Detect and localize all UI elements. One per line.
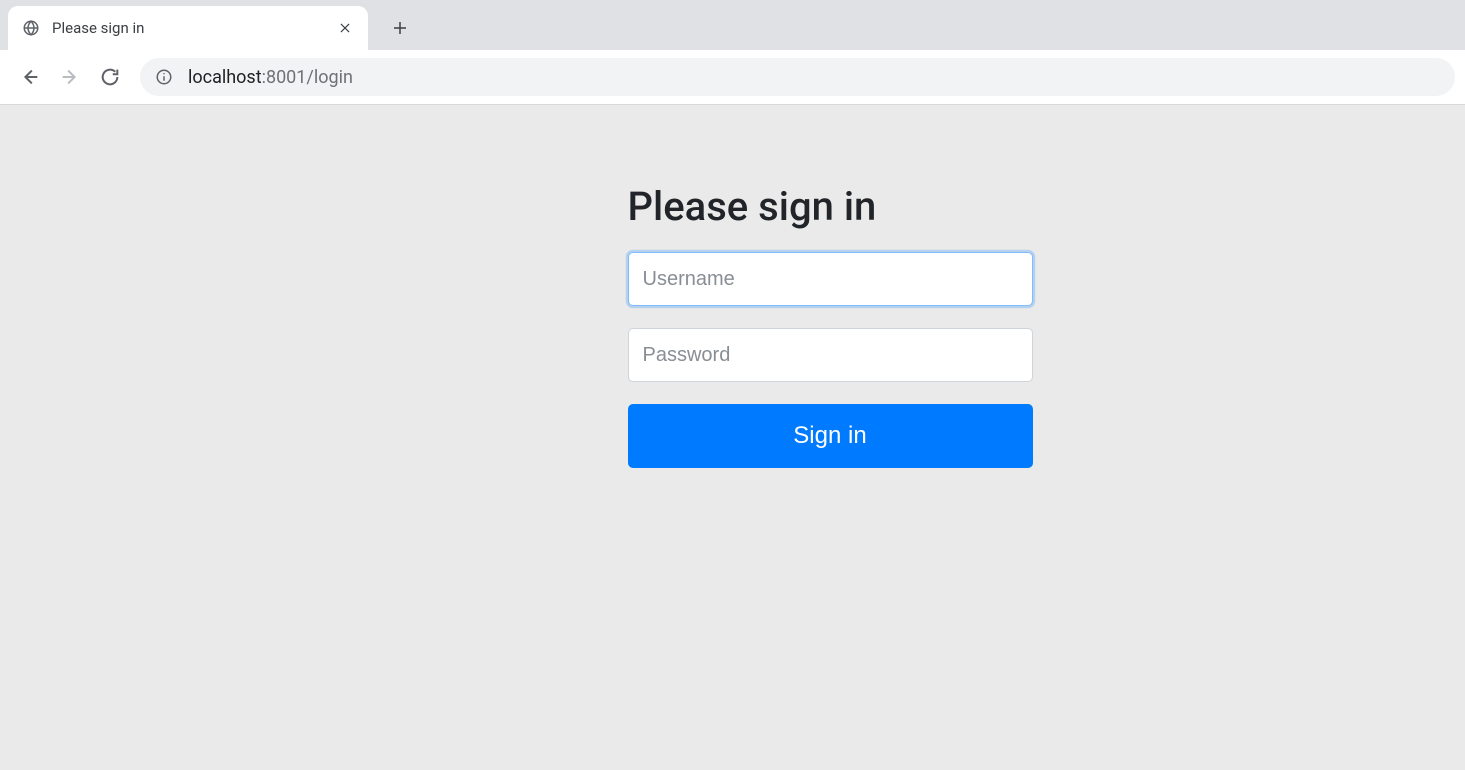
tab-title: Please sign in: [52, 19, 336, 37]
info-icon: [154, 67, 174, 87]
password-input[interactable]: [628, 328, 1033, 382]
url-host: localhost: [188, 67, 262, 88]
login-heading: Please sign in: [628, 183, 1033, 230]
forward-button[interactable]: [50, 57, 90, 97]
close-icon[interactable]: [336, 19, 354, 37]
login-form: Please sign in Sign in: [628, 183, 1033, 770]
url-text: localhost:8001/login: [188, 67, 353, 88]
username-input[interactable]: [628, 252, 1033, 306]
page-content: Please sign in Sign in: [0, 105, 1465, 770]
new-tab-button[interactable]: [382, 10, 418, 46]
url-rest: :8001/login: [262, 67, 353, 88]
browser-tab[interactable]: Please sign in: [8, 6, 368, 50]
reload-button[interactable]: [90, 57, 130, 97]
browser-chrome: Please sign in: [0, 0, 1465, 105]
tab-strip: Please sign in: [0, 0, 1465, 50]
browser-toolbar: localhost:8001/login: [0, 50, 1465, 105]
signin-button[interactable]: Sign in: [628, 404, 1033, 468]
back-button[interactable]: [10, 57, 50, 97]
globe-icon: [22, 19, 40, 37]
address-bar[interactable]: localhost:8001/login: [140, 58, 1455, 96]
